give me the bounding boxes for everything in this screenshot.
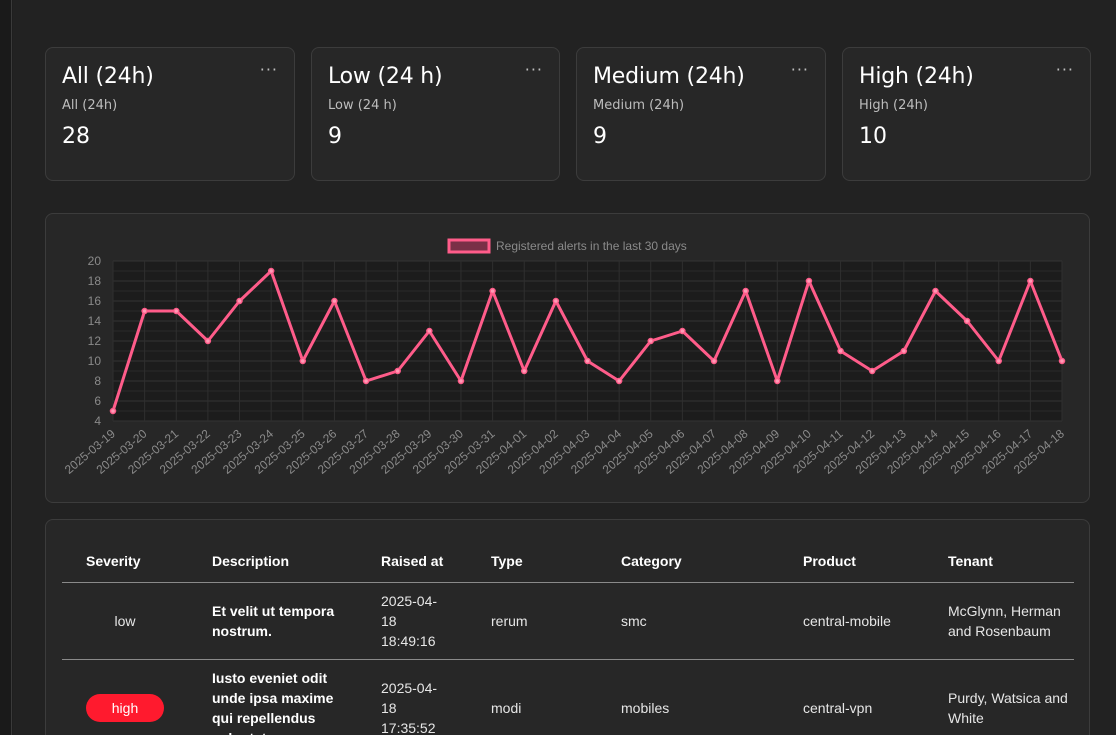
main-content: All (24h) ··· All (24h) 28 Low (24 h) ··… <box>13 0 1116 735</box>
raised-at-cell: 2025-04-18 18:49:16 <box>357 582 467 660</box>
column-header-type[interactable]: Type <box>467 540 597 583</box>
column-header-severity[interactable]: Severity <box>62 540 188 583</box>
data-point <box>774 377 781 385</box>
more-options-icon[interactable]: ··· <box>525 62 543 78</box>
stat-title: Medium (24h) <box>593 64 745 89</box>
y-tick-label: 8 <box>94 374 101 388</box>
stat-value: 9 <box>328 124 342 149</box>
stat-card-high: High (24h) ··· High (24h) 10 <box>842 47 1091 181</box>
y-tick-label: 12 <box>88 334 102 348</box>
data-point <box>457 377 465 385</box>
column-header-product[interactable]: Product <box>779 540 924 583</box>
legend-swatch <box>447 238 491 254</box>
y-tick-label: 10 <box>88 354 102 368</box>
description-cell: Iusto eveniet odit unde ipsa maxime qui … <box>188 659 357 735</box>
stat-card-medium: Medium (24h) ··· Medium (24h) 9 <box>576 47 826 181</box>
data-point <box>647 337 655 345</box>
data-point <box>584 357 591 365</box>
more-options-icon[interactable]: ··· <box>1056 62 1074 78</box>
severity-label: low <box>114 612 136 629</box>
column-header-tenant[interactable]: Tenant <box>924 540 1074 583</box>
stat-subtitle: Medium (24h) <box>593 98 685 113</box>
data-point <box>805 277 813 285</box>
data-point <box>710 357 718 365</box>
data-point <box>900 347 908 355</box>
alerts-chart-card: 20 18 16 14 12 10 8 6 4 2025-03-19 2025-03-20 2025-… <box>45 213 1090 503</box>
stat-value: 10 <box>859 124 887 149</box>
data-point <box>552 297 560 305</box>
column-header-description[interactable]: Description <box>188 540 357 583</box>
stat-value: 28 <box>62 124 90 149</box>
stat-title: All (24h) <box>62 64 154 89</box>
y-tick-label: 14 <box>88 314 102 328</box>
stat-value: 9 <box>593 124 607 149</box>
alerts-line-chart: 2018161412108642025-03-192025-03-202025-… <box>62 238 1067 477</box>
raised-at-cell: 2025-04-18 17:35:52 <box>357 659 467 735</box>
column-header-category[interactable]: Category <box>597 540 779 583</box>
data-point <box>299 357 307 365</box>
data-point <box>520 367 528 375</box>
alerts-table-card: Severity Description Raised at Type Cate… <box>45 519 1090 735</box>
table-row[interactable]: low Et velit ut tempora nostrum. 2025-04… <box>62 582 1074 660</box>
stat-title: Low (24 h) <box>328 64 443 89</box>
more-options-icon[interactable]: ··· <box>260 62 278 78</box>
stat-title: High (24h) <box>859 64 974 89</box>
y-tick-label: 4 <box>94 414 101 428</box>
data-point <box>679 327 686 335</box>
data-point <box>837 347 844 355</box>
stat-subtitle: All (24h) <box>62 98 118 113</box>
y-tick-label: 6 <box>94 394 101 408</box>
data-point <box>932 287 939 295</box>
severity-cell: low <box>62 582 188 660</box>
table-row[interactable]: high Iusto eveniet odit unde ipsa maxime… <box>62 659 1074 735</box>
data-point <box>204 337 212 345</box>
category-cell: mobiles <box>597 659 779 735</box>
data-point <box>742 287 749 295</box>
y-tick-label: 16 <box>88 294 102 308</box>
column-header-raised-at[interactable]: Raised at <box>357 540 467 583</box>
data-point <box>109 407 117 415</box>
tenant-cell: McGlynn, Herman and Rosenbaum <box>924 582 1074 660</box>
data-point <box>1027 277 1034 285</box>
table-header-row: Severity Description Raised at Type Cate… <box>62 540 1074 583</box>
tenant-cell: Purdy, Watsica and White <box>924 659 1074 735</box>
severity-badge: high <box>85 693 165 722</box>
data-point <box>236 297 243 305</box>
alerts-table: Severity Description Raised at Type Cate… <box>62 540 1074 735</box>
data-point <box>267 267 275 275</box>
data-point <box>963 317 971 325</box>
type-cell: modi <box>467 659 597 735</box>
stat-card-low: Low (24 h) ··· Low (24 h) 9 <box>311 47 560 181</box>
y-tick-label: 20 <box>88 254 102 268</box>
stat-subtitle: High (24h) <box>859 98 928 113</box>
stat-subtitle: Low (24 h) <box>328 98 397 113</box>
y-tick-label: 18 <box>88 274 102 288</box>
severity-cell: high <box>62 659 188 735</box>
category-cell: smc <box>597 582 779 660</box>
data-point <box>615 377 623 385</box>
stat-card-all: All (24h) ··· All (24h) 28 <box>45 47 295 181</box>
product-cell: central-mobile <box>779 582 924 660</box>
type-cell: rerum <box>467 582 597 660</box>
legend-label: Registered alerts in the last 30 days <box>496 239 687 253</box>
description-cell: Et velit ut tempora nostrum. <box>188 582 357 660</box>
data-point <box>426 327 433 335</box>
data-point <box>362 377 370 385</box>
data-point <box>995 357 1002 365</box>
data-point <box>331 297 338 305</box>
data-point <box>868 367 876 375</box>
product-cell: central-vpn <box>779 659 924 735</box>
data-point <box>394 367 401 375</box>
left-rail <box>0 0 12 735</box>
data-point <box>1058 357 1066 365</box>
data-point <box>489 287 496 295</box>
data-point <box>173 307 180 315</box>
data-point <box>141 307 148 315</box>
more-options-icon[interactable]: ··· <box>791 62 809 78</box>
